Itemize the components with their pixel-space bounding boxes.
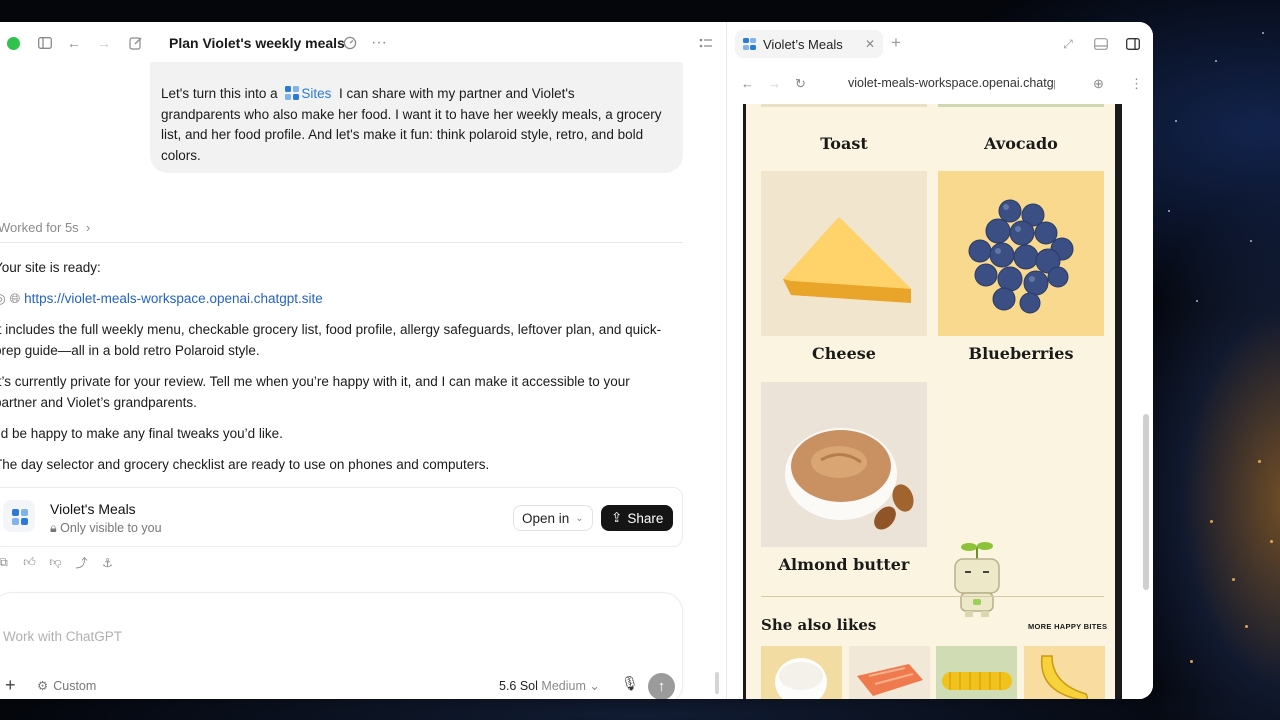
food-title-avocado: Avocado xyxy=(984,134,1058,153)
open-in-button[interactable]: Open in ⌄ xyxy=(513,505,593,531)
copy-link-icon[interactable]: ◎ xyxy=(0,291,6,306)
food-title-toast: Toast xyxy=(820,134,868,153)
message-actions: ⧉ 👍︎ 👎︎ ⤴ ⚓︎ xyxy=(0,555,115,570)
thumbs-down-icon[interactable]: 👎︎ xyxy=(48,555,63,570)
new-tab-icon[interactable]: + xyxy=(891,33,901,53)
send-button[interactable]: ↑ xyxy=(648,673,675,699)
user-message-line: colors. xyxy=(161,148,201,164)
polaroid-edge xyxy=(761,104,927,107)
sidebar-toggle-icon[interactable] xyxy=(36,34,54,52)
chevron-down-icon: ⌄ xyxy=(575,512,584,524)
sprout-mascot xyxy=(951,541,1003,621)
food-title-blueberries: Blueberries xyxy=(968,344,1074,363)
address-field[interactable]: violet-meals-workspace.openai.chatgpt.si… xyxy=(848,76,1055,90)
reply-text: prep guide—all in a bold retro Polaroid … xyxy=(0,343,260,358)
anchor-icon[interactable]: ⚓︎ xyxy=(100,555,115,570)
reply-text: partner and Violet’s grandparents. xyxy=(0,395,197,410)
blueberries-photo xyxy=(938,171,1104,336)
branch-icon[interactable]: ⤴ xyxy=(74,555,89,570)
user-message-line: Let's turn this into a Sites I can share… xyxy=(161,86,575,101)
cheese-photo xyxy=(761,171,927,336)
food-title-almond-butter: Almond butter xyxy=(778,555,910,574)
back-arrow-icon[interactable]: ← xyxy=(65,34,83,52)
tab-title: Violet’s Meals xyxy=(763,36,843,52)
back-arrow-icon[interactable]: ← xyxy=(741,76,754,91)
more-happy-bites-link[interactable]: MORE HAPPY BITES xyxy=(1028,622,1107,631)
close-tab-icon[interactable]: ✕ xyxy=(865,37,875,51)
reload-icon[interactable]: ↻ xyxy=(795,76,806,92)
food-title-cheese: Cheese xyxy=(812,344,876,363)
site-card-visibility: 🔒︎ Only visible to you xyxy=(50,521,162,535)
forward-arrow-icon[interactable]: → xyxy=(768,76,781,91)
new-chat-icon[interactable] xyxy=(127,34,145,52)
status-gauge-icon[interactable] xyxy=(341,34,359,52)
chat-pane: ← → Plan Violet's weekly meals ··· Let's… xyxy=(0,22,726,699)
site-viewport: Toast Avocado Cheese Blueberries Almond … xyxy=(743,104,1122,699)
browser-pane: Violet’s Meals ✕ + ⤢ ← → ↻ violet-meals-… xyxy=(726,22,1153,699)
reply-text: It’s currently private for your review. … xyxy=(0,374,630,389)
sites-chip[interactable]: Sites xyxy=(281,86,331,101)
section-title: She also likes xyxy=(761,616,877,634)
window-status-dot[interactable] xyxy=(7,37,20,50)
composer-input[interactable]: Work with ChatGPT xyxy=(3,629,122,644)
url-bar: ← → ↻ violet-meals-workspace.openai.chat… xyxy=(727,70,1153,98)
model-selector[interactable]: 5.6 Sol Medium ⌄ xyxy=(499,678,600,693)
microphone-icon[interactable]: 🎙︎ xyxy=(621,675,639,692)
section-divider xyxy=(761,596,1104,597)
yogurt-thumbnail xyxy=(761,646,842,699)
add-attachment-icon[interactable]: + xyxy=(5,676,16,694)
reply-text: It includes the full weekly menu, checka… xyxy=(0,322,662,337)
site-url-link[interactable]: https://violet-meals-workspace.openai.ch… xyxy=(24,291,323,306)
polaroid-edge xyxy=(938,104,1104,107)
salmon-thumbnail xyxy=(849,646,930,699)
worked-for-toggle[interactable]: Worked for 5s › xyxy=(0,220,90,235)
app-window: ← → Plan Violet's weekly meals ··· Let's… xyxy=(0,22,1153,699)
checklist-icon[interactable] xyxy=(697,34,715,52)
chat-title: Plan Violet's weekly meals xyxy=(169,35,345,51)
share-button[interactable]: ⇪ Share xyxy=(601,505,674,531)
chat-toolbar: ← → Plan Violet's weekly meals ··· xyxy=(0,22,726,64)
browser-tab[interactable]: Violet’s Meals ✕ xyxy=(735,30,883,58)
browser-scrollbar[interactable] xyxy=(1143,414,1149,590)
site-card-title: Violet's Meals xyxy=(50,501,136,517)
banana-thumbnail xyxy=(1024,646,1105,699)
lock-icon: 🔒︎ xyxy=(50,521,57,535)
forward-arrow-icon[interactable]: → xyxy=(95,34,113,52)
composer[interactable]: Work with ChatGPT + ⚙︎ Custom 5.6 Sol Me… xyxy=(0,592,683,699)
browser-tabbar: Violet’s Meals ✕ + ⤢ xyxy=(727,22,1153,66)
user-message-bubble: Let's turn this into a Sites I can share… xyxy=(150,62,683,173)
user-message-line: list, and her food profile. And let's ma… xyxy=(161,127,644,143)
gear-icon: ⚙︎ xyxy=(37,679,49,693)
share-icon: ⇪ xyxy=(611,510,623,525)
copy-icon[interactable]: ⧉ xyxy=(0,555,11,570)
divider xyxy=(0,242,683,243)
globe-icon: 🌐︎ xyxy=(9,291,21,306)
add-bookmark-icon[interactable]: ⊕ xyxy=(1093,76,1104,92)
user-message-line: grandparents who also make her food. I w… xyxy=(161,106,662,122)
reply-text: Your site is ready: xyxy=(0,260,101,275)
minimize-pane-icon[interactable] xyxy=(1093,36,1109,52)
reply-text: The day selector and grocery checklist a… xyxy=(0,457,490,472)
more-options-icon[interactable]: ··· xyxy=(370,34,388,52)
chat-scrollbar[interactable] xyxy=(715,672,719,694)
thumbs-up-icon[interactable]: 👍︎ xyxy=(22,555,37,570)
corn-thumbnail xyxy=(936,646,1017,699)
custom-settings-button[interactable]: ⚙︎ Custom xyxy=(37,678,96,694)
sites-logo-icon xyxy=(3,500,35,532)
expand-icon[interactable]: ⤢ xyxy=(1060,36,1076,52)
reply-text: I’d be happy to make any final tweaks yo… xyxy=(0,426,283,441)
browser-menu-icon[interactable]: ⋮ xyxy=(1130,76,1143,92)
sites-icon xyxy=(743,37,756,51)
split-view-icon[interactable] xyxy=(1125,36,1141,52)
sites-icon xyxy=(285,86,300,100)
chevron-down-icon: ⌄ xyxy=(589,679,600,693)
almond-butter-photo xyxy=(761,382,927,547)
site-card[interactable]: Violet's Meals 🔒︎ Only visible to you Op… xyxy=(0,487,683,547)
reply-link-row: ◎ 🌐︎ https://violet-meals-workspace.open… xyxy=(0,289,323,310)
